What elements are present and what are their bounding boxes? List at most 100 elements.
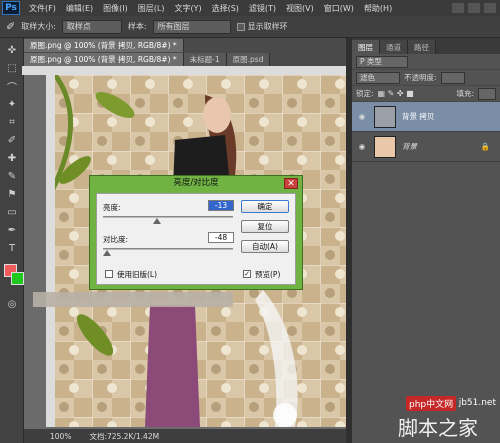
ok-button[interactable]: 确定 <box>241 200 289 213</box>
close-window-button[interactable] <box>484 3 496 13</box>
lock-row: 锁定: ▦ ✎ ✜ ■ 填充: <box>352 86 500 102</box>
pen-tool-icon[interactable]: ✒ <box>4 222 20 238</box>
layer-thumbnail <box>374 105 396 128</box>
lasso-tool-icon[interactable]: ⌒ <box>4 78 20 94</box>
brightness-contrast-dialog: 亮度/对比度 ✕ 亮度: -13 对比度: -48 使用旧版(L) 确定 复位 … <box>89 175 303 290</box>
dialog-body: 亮度: -13 对比度: -48 使用旧版(L) 确定 复位 自动(A) ✓ 预… <box>96 193 296 285</box>
horizontal-ruler <box>22 66 346 75</box>
menu-type[interactable]: 文字(Y) <box>169 3 206 14</box>
auto-button[interactable]: 自动(A) <box>241 240 289 253</box>
menu-help[interactable]: 帮助(H) <box>359 3 397 14</box>
document-tab-original[interactable]: 原图.png @ 100% (背景 拷贝, RGB/8#) * <box>24 53 184 66</box>
eraser-tool-icon[interactable]: ▭ <box>4 204 20 220</box>
preview-checkbox[interactable]: ✓ <box>243 270 251 278</box>
quick-select-tool-icon[interactable]: ✦ <box>4 96 20 112</box>
lock-label: 锁定: <box>356 89 374 98</box>
dialog-title: 亮度/对比度 <box>173 178 219 188</box>
eyedropper-icon[interactable]: ✐ <box>4 132 20 148</box>
document-size-info[interactable]: 文档:725.2K/1.42M <box>89 431 159 442</box>
brush-tool-icon[interactable]: ✎ <box>4 168 20 184</box>
eyedropper-tool-icon[interactable]: ✐ <box>6 20 15 33</box>
maximize-button[interactable] <box>468 3 480 13</box>
toolbox: ✜ ⬚ ⌒ ✦ ⌗ ✐ ✚ ✎ ⚑ ▭ ✒ T ◎ <box>0 38 24 443</box>
document-tab-row-back: 原图.png @ 100% (背景 拷贝, RGB/8#) * <box>24 38 346 52</box>
watermark-domain: jb51.net <box>458 398 496 408</box>
menu-view[interactable]: 视图(V) <box>281 3 319 14</box>
reset-button[interactable]: 复位 <box>241 220 289 233</box>
sample-size-select[interactable]: 取样点 <box>61 19 122 34</box>
marquee-tool-icon[interactable]: ⬚ <box>4 60 20 76</box>
contrast-input[interactable]: -48 <box>208 232 234 243</box>
menu-image[interactable]: 图像(I) <box>98 3 133 14</box>
tab-channels[interactable]: 通道 <box>380 40 408 54</box>
lock-icons[interactable]: ▦ ✎ ✜ ■ <box>378 89 414 98</box>
minimize-button[interactable] <box>452 3 464 13</box>
brightness-input[interactable]: -13 <box>208 200 234 211</box>
healing-brush-icon[interactable]: ✚ <box>4 150 20 166</box>
background-color-swatch[interactable] <box>11 272 24 285</box>
dialog-close-button[interactable]: ✕ <box>284 178 298 189</box>
photoshop-logo: Ps <box>2 1 20 15</box>
brightness-slider-knob[interactable] <box>153 218 161 224</box>
window-controls <box>452 3 500 13</box>
fill-input[interactable] <box>478 87 496 100</box>
show-sampling-ring-option[interactable]: 显示取样环 <box>236 21 288 32</box>
visibility-eye-icon[interactable]: ◉ <box>356 142 368 151</box>
brightness-slider-track[interactable] <box>103 216 233 218</box>
show-sampling-ring-label: 显示取样环 <box>247 22 288 31</box>
zoom-level[interactable]: 100% <box>50 432 71 441</box>
layer-name: 背景 拷贝 <box>402 112 435 121</box>
panel-tabs: 图层 通道 路径 <box>352 38 500 54</box>
brightness-label: 亮度: <box>103 203 121 212</box>
menu-filter[interactable]: 滤镜(T) <box>244 3 281 14</box>
watermark-site: php中文网 <box>406 396 457 411</box>
watermark: php中文网 jb51.net 脚本之家 <box>398 396 498 440</box>
document-tab[interactable]: 原图.png @ 100% (背景 拷贝, RGB/8#) * <box>24 39 184 52</box>
move-tool-icon[interactable]: ✜ <box>4 42 20 58</box>
sample-size-label: 取样大小: <box>21 22 56 31</box>
quick-mask-icon[interactable]: ◎ <box>4 296 20 312</box>
legacy-label[interactable]: 使用旧版(L) <box>117 269 157 280</box>
opacity-input[interactable] <box>440 71 465 84</box>
document-tab-psd[interactable]: 原图.psd <box>226 53 271 66</box>
layer-row-background[interactable]: ◉ 背景 🔒 <box>352 132 500 162</box>
sample-label: 样本: <box>127 22 147 31</box>
layer-filter-select[interactable]: P 类型 <box>356 55 408 68</box>
document-tab-row: 原图.png @ 100% (背景 拷贝, RGB/8#) * 未标题-1 原图… <box>24 52 346 66</box>
preview-label[interactable]: 预览(P) <box>255 269 280 280</box>
layer-row-background-copy[interactable]: ◉ 背景 拷贝 <box>352 102 500 132</box>
layers-panel: 图层 通道 路径 P 类型 滤色 不透明度: 锁定: ▦ ✎ ✜ ■ 填充: ◉… <box>352 38 500 443</box>
type-tool-icon[interactable]: T <box>4 240 20 256</box>
opacity-label: 不透明度: <box>404 73 437 82</box>
lock-icon: 🔒 <box>480 142 490 151</box>
blend-row: 滤色 不透明度: <box>352 70 500 86</box>
contrast-slider-track[interactable] <box>103 248 233 250</box>
tab-layers[interactable]: 图层 <box>352 40 380 54</box>
document-tab-untitled[interactable]: 未标题-1 <box>183 53 227 66</box>
layer-thumbnail <box>374 135 396 158</box>
visibility-eye-icon[interactable]: ◉ <box>356 112 368 121</box>
screen-overlay-bar <box>33 292 233 307</box>
blend-mode-select[interactable]: 滤色 <box>356 71 400 84</box>
layer-filter-row: P 类型 <box>352 54 500 70</box>
menu-window[interactable]: 窗口(W) <box>319 3 359 14</box>
contrast-slider-knob[interactable] <box>103 250 111 256</box>
fill-label: 填充: <box>456 89 474 98</box>
menu-bar: Ps 文件(F) 编辑(E) 图像(I) 图层(L) 文字(Y) 选择(S) 滤… <box>0 0 500 16</box>
legacy-checkbox[interactable] <box>105 270 113 278</box>
menu-file[interactable]: 文件(F) <box>24 3 61 14</box>
status-bar: 100% 文档:725.2K/1.42M <box>24 429 346 443</box>
clone-stamp-icon[interactable]: ⚑ <box>4 186 20 202</box>
menu-layer[interactable]: 图层(L) <box>133 3 170 14</box>
crop-tool-icon[interactable]: ⌗ <box>4 114 20 130</box>
show-sampling-ring-checkbox[interactable] <box>236 22 245 31</box>
layer-name: 背景 <box>402 142 417 151</box>
menu-edit[interactable]: 编辑(E) <box>61 3 98 14</box>
watermark-brand: 脚本之家 <box>398 416 478 440</box>
contrast-label: 对比度: <box>103 235 129 244</box>
options-bar: ✐ 取样大小: 取样点 样本: 所有图层 显示取样环 <box>0 16 500 38</box>
sample-select[interactable]: 所有图层 <box>152 19 231 34</box>
menu-select[interactable]: 选择(S) <box>207 3 244 14</box>
vertical-ruler <box>46 75 55 427</box>
tab-paths[interactable]: 路径 <box>408 40 436 54</box>
